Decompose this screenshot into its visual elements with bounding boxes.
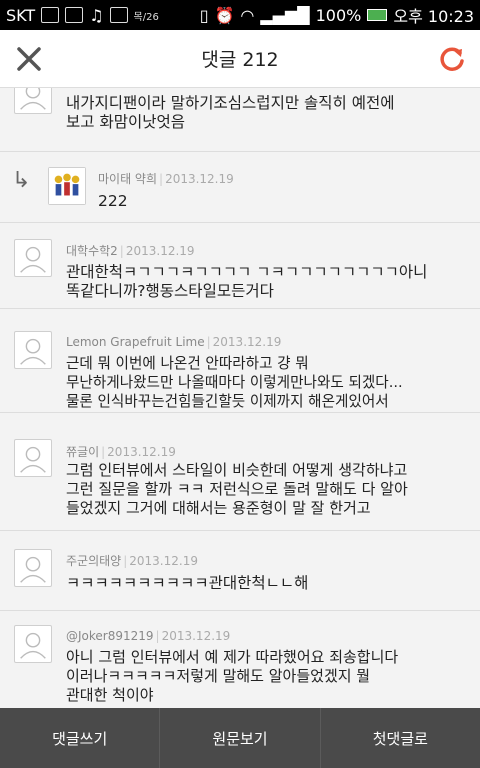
- comment-text: 아니 그럼 인터뷰에서 예 제가 따라했어요 죄송합니다 이러나ㅋㅋㅋㅋㅋ저렇게…: [66, 648, 399, 704]
- comment-author: @Joker891219: [66, 629, 154, 643]
- status-bar: SKT ♫ 목/26 ▯ ⏰ ◠ ▂▄▆█ 100% 오후 10:23: [0, 0, 480, 30]
- date-label: 목/26: [133, 11, 159, 23]
- wifi-icon: ◠: [240, 5, 255, 25]
- comment-date: 2013.12.19: [165, 172, 234, 186]
- refresh-icon[interactable]: [436, 43, 468, 75]
- comment-date: 2013.12.19: [129, 554, 198, 568]
- comment-author: 쮸글이: [66, 445, 100, 459]
- comment-meta: Lemon Grapefruit Lime | 2013.12.19: [66, 335, 282, 349]
- comment-text: 그럼 인터뷰에서 스타일이 비슷한데 어떻게 생각하냐고 그런 질문을 할까 ㅋ…: [66, 461, 408, 517]
- comment-date: 2013.12.19: [125, 244, 195, 258]
- comment-list[interactable]: 내가지디팬이라 말하기조심스럽지만 솔직히 예전에 보고 화맘이낫엇음 ↳ 마이…: [0, 88, 480, 708]
- comment-text: 근데 뭐 이번에 나온건 안따라하고 걍 뭐 무난하게나왔드만 나올때마다 이렇…: [66, 355, 403, 410]
- comment-text: 내가지디팬이라 말하기조심스럽지만 솔직히 예전에 보고 화맘이낫엇음: [66, 94, 395, 131]
- comment-meta: 마이태 약희 | 2013.12.19: [98, 172, 234, 186]
- alarm-icon: ⏰: [214, 5, 235, 25]
- comment-item[interactable]: 내가지디팬이라 말하기조심스럽지만 솔직히 예전에 보고 화맘이낫엇음: [0, 88, 480, 152]
- comment-text: ㅋㅋㅋㅋㅋㅋㅋㅋㅋㅋ관대한척ㄴㄴ해: [66, 574, 309, 592]
- comment-date: 2013.12.19: [161, 629, 231, 643]
- header: 댓글 212: [0, 30, 480, 88]
- monitor-icon: [109, 7, 128, 23]
- avatar: [14, 439, 52, 477]
- close-icon[interactable]: [14, 44, 44, 74]
- reply-arrow-icon: ↳: [12, 168, 31, 193]
- avatar: [14, 331, 52, 369]
- comment-item[interactable]: ↳ 마이태 약희 | 2013.12.19 222: [0, 152, 480, 223]
- avatar: [14, 549, 52, 587]
- comment-meta: 대학수학2 | 2013.12.19: [66, 244, 195, 258]
- write-comment-button[interactable]: 댓글쓰기: [0, 708, 161, 768]
- comment-item[interactable]: 주군의태양 | 2013.12.19 ㅋㅋㅋㅋㅋㅋㅋㅋㅋㅋ관대한척ㄴㄴ해: [0, 531, 480, 611]
- comment-item[interactable]: @Joker891219 | 2013.12.19 아니 그럼 인터뷰에서 예 제가…: [0, 611, 480, 708]
- comment-meta: 주군의태양 | 2013.12.19: [66, 554, 198, 568]
- comment-item[interactable]: Lemon Grapefruit Lime | 2013.12.19 근데 뭐 이번…: [0, 309, 480, 413]
- avatar: [14, 625, 52, 663]
- comment-text: 관대한척ㅋㄱㄱㄱㅋㄱㄱㄱㄱ ㄱㅋㄱㄱㄱㄱㄱㄱㄱㄱ아니 똑같다니까?행동스타일모든…: [66, 263, 428, 300]
- comment-meta: 쮸글이 | 2013.12.19: [66, 445, 176, 459]
- page-title: 댓글 212: [201, 49, 279, 71]
- avatar: [48, 167, 86, 205]
- app-icon: [65, 7, 84, 23]
- avatar: [14, 239, 52, 277]
- comment-item[interactable]: 쮸글이 | 2013.12.19 그럼 인터뷰에서 스타일이 비슷한데 어떻게 생각…: [0, 413, 480, 531]
- comment-date: 2013.12.19: [107, 445, 176, 459]
- vibrate-icon: ▯: [199, 5, 209, 25]
- battery-percent: 100%: [315, 5, 362, 25]
- comment-author: Lemon Grapefruit Lime: [66, 335, 205, 349]
- bottom-toolbar: 댓글쓰기 원문보기 첫댓글로: [0, 708, 480, 768]
- music-icon: ♫: [89, 5, 104, 25]
- battery-icon: [367, 9, 388, 21]
- comment-meta: @Joker891219 | 2013.12.19: [66, 629, 231, 643]
- avatar: [14, 88, 52, 114]
- comment-text: 222: [98, 192, 128, 210]
- comment-item[interactable]: 대학수학2 | 2013.12.19 관대한척ㅋㄱㄱㄱㅋㄱㄱㄱㄱ ㄱㅋㄱㄱㄱㄱㄱㄱㄱ…: [0, 223, 480, 309]
- view-original-button[interactable]: 원문보기: [160, 708, 321, 768]
- clock: 오후 10:23: [393, 7, 474, 26]
- comment-author: 주군의태양: [66, 554, 122, 568]
- comment-date: 2013.12.19: [212, 335, 282, 349]
- signal-icon: ▂▄▆█: [260, 5, 310, 25]
- first-comment-button[interactable]: 첫댓글로: [321, 708, 480, 768]
- carrier-label: SKT: [6, 5, 36, 25]
- comment-author: 마이태 약희: [98, 172, 158, 186]
- gallery-icon: [41, 7, 60, 23]
- comment-author: 대학수학2: [66, 244, 118, 258]
